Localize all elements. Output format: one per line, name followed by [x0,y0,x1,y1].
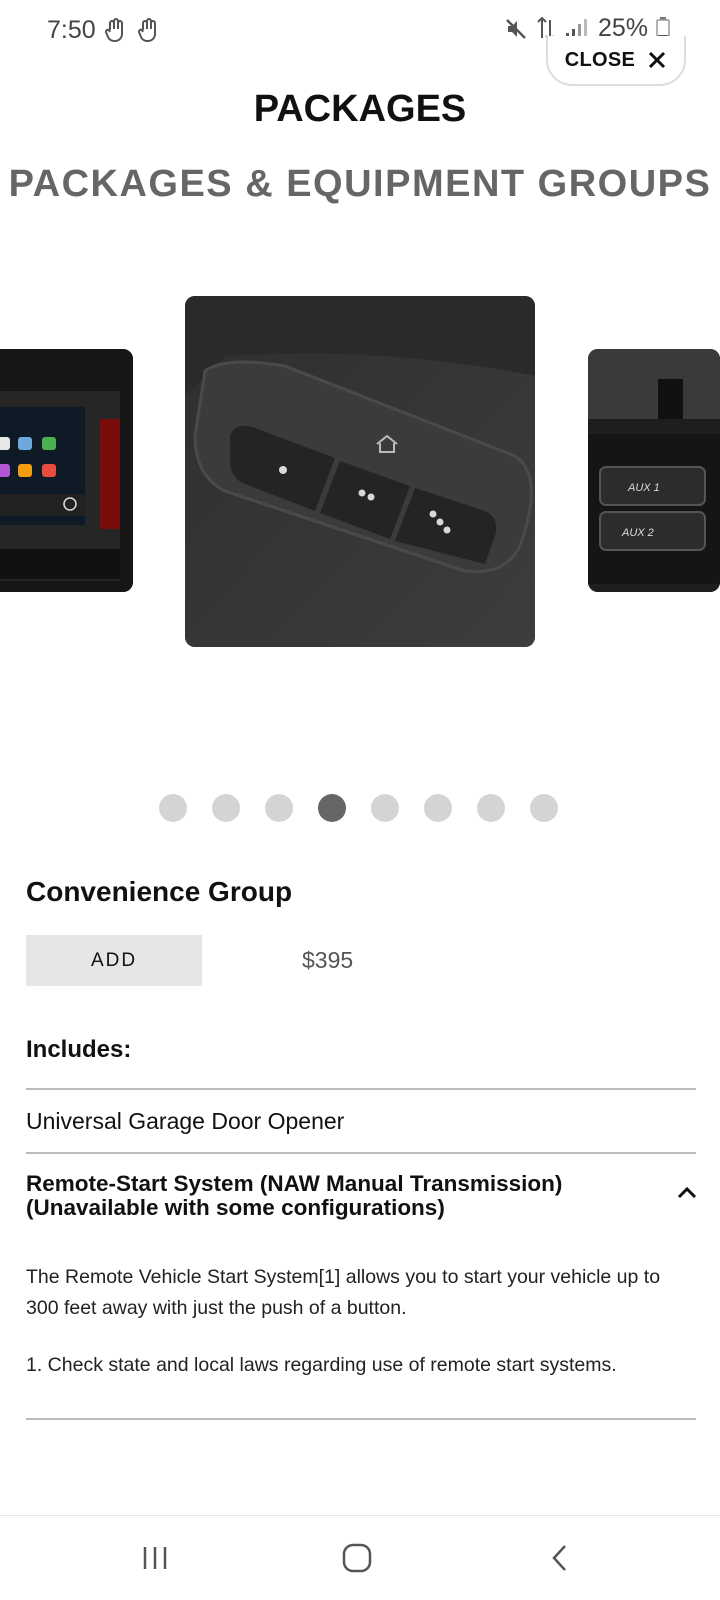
carousel-dot-active[interactable] [318,794,346,822]
recent-apps-button[interactable] [135,1538,175,1578]
carousel-dot[interactable] [424,794,452,822]
package-price: $395 [302,947,354,973]
home-button[interactable] [337,1538,377,1578]
close-icon [649,51,666,69]
item-description: The Remote Vehicle Start System[1] allow… [26,1266,661,1319]
svg-text:AUX 2: AUX 2 [621,527,654,539]
back-icon [552,1545,566,1571]
status-time: 7:50 [47,16,96,44]
carousel-pagination [159,794,558,822]
slide-garage-door-opener[interactable] [185,296,535,647]
slide-infotainment-screen[interactable] [0,349,133,592]
carousel-dot[interactable] [212,794,240,822]
package-name: Convenience Group [26,876,293,907]
recent-apps-icon [143,1547,167,1569]
expandable-item-header[interactable]: Remote-Start System (NAW Manual Transmis… [26,1172,636,1220]
divider [26,1088,696,1090]
home-icon [342,1543,372,1573]
gesture-icon [105,18,123,42]
close-label: CLOSE [564,48,636,71]
close-button[interactable]: CLOSE [546,36,686,86]
page-subtitle: PACKAGES & EQUIPMENT GROUPS [8,163,712,205]
included-item: Universal Garage Door Opener [26,1108,345,1134]
divider [26,1418,696,1420]
back-button[interactable] [540,1538,580,1578]
slide-aux-switches[interactable]: AUX 1 AUX 2 [588,349,720,592]
mute-icon [506,18,526,39]
page-title: PACKAGES [253,88,467,130]
image-carousel[interactable]: AUX 1 AUX 2 [0,290,720,650]
carousel-dot[interactable] [371,794,399,822]
expandable-item-title-line: Remote-Start System (NAW Manual Transmis… [26,1171,563,1196]
garage-door-opener-image [185,296,535,647]
carousel-dot[interactable] [477,794,505,822]
carousel-dot[interactable] [530,794,558,822]
aux-switches-image: AUX 1 AUX 2 [588,349,720,592]
add-button[interactable]: ADD [26,935,202,986]
infotainment-screen-image [0,349,133,592]
expandable-item-title-line: (Unavailable with some configurations) [26,1195,445,1220]
item-footnote: 1. Check state and local laws regarding … [26,1354,617,1376]
carousel-dot[interactable] [265,794,293,822]
system-nav-bar [0,1515,720,1600]
chevron-up-icon[interactable] [676,1184,698,1200]
svg-text:AUX 1: AUX 1 [627,482,660,494]
gesture-icon [138,18,156,42]
includes-label: Includes: [26,1036,132,1063]
divider [26,1152,696,1154]
carousel-dot[interactable] [159,794,187,822]
